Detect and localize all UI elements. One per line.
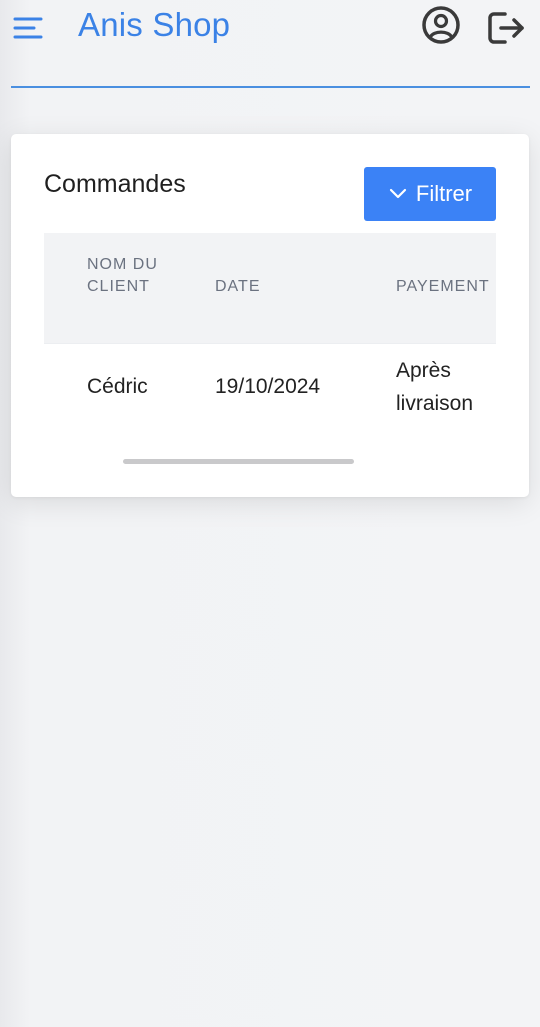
logout-icon: [488, 12, 524, 44]
orders-table: NOM DU CLIENT DATE PAYEMENT Cédric 19/10…: [44, 233, 496, 433]
column-header-payment[interactable]: PAYEMENT: [396, 276, 490, 298]
header-divider: [11, 86, 530, 88]
cell-payment: Après livraison: [396, 359, 474, 415]
orders-card: Commandes Filtrer NOM DU CLIENT DATE PAY…: [11, 134, 529, 497]
horizontal-scrollbar[interactable]: [123, 459, 354, 464]
profile-button[interactable]: [420, 4, 462, 46]
column-header-client[interactable]: NOM DU CLIENT: [87, 254, 167, 298]
filter-button-label: Filtrer: [415, 181, 473, 206]
filter-button[interactable]: Filtrer: [364, 167, 496, 221]
chevron-down-icon: [389, 188, 406, 199]
app-title: Anis Shop: [78, 6, 231, 43]
card-title: Commandes: [44, 170, 186, 198]
logout-button[interactable]: [485, 8, 529, 48]
menu-button[interactable]: [10, 12, 46, 44]
column-header-date[interactable]: DATE: [215, 276, 260, 298]
user-circle-icon: [422, 6, 460, 44]
menu-icon: [13, 17, 43, 39]
table-header: NOM DU CLIENT DATE PAYEMENT: [44, 233, 496, 343]
app-header: Anis Shop: [0, 0, 540, 90]
row-divider: [44, 343, 496, 344]
cell-client: Cédric: [87, 375, 148, 398]
cell-date: 19/10/2024: [215, 375, 321, 398]
